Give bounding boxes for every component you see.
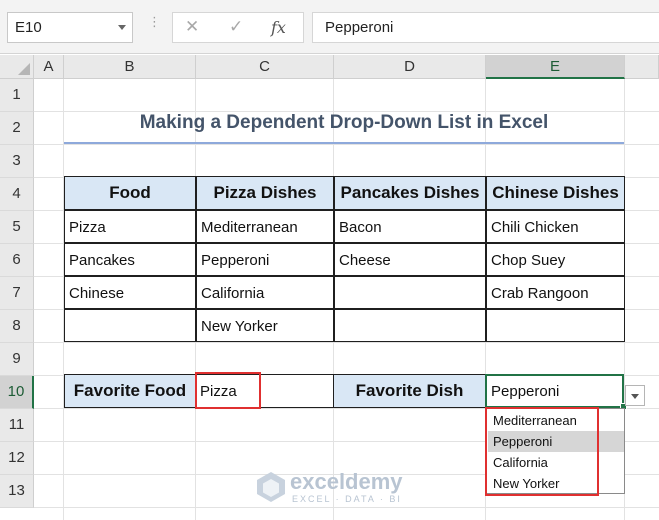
favorite-dish-cell[interactable]: Pepperoni (485, 374, 624, 408)
column-header-e[interactable]: E (486, 55, 625, 79)
column-header-d[interactable]: D (334, 55, 486, 79)
table-cell[interactable]: New Yorker (196, 309, 334, 342)
name-box[interactable]: E10 (7, 12, 133, 43)
table-header-cell[interactable]: Food (64, 176, 196, 210)
row-header-13[interactable]: 13 (0, 475, 34, 508)
favorite-dish-label: Favorite Dish (333, 374, 486, 408)
name-box-value: E10 (15, 19, 42, 36)
favorite-food-label: Favorite Food (64, 374, 196, 408)
table-cell[interactable]: Pizza (64, 210, 196, 243)
table-cell[interactable] (486, 309, 625, 342)
formula-input[interactable]: Pepperoni (312, 12, 659, 43)
row-header-7[interactable]: 7 (0, 277, 34, 310)
formula-tools: ✕ ✓ fx (172, 12, 304, 43)
table-cell[interactable]: Pancakes (64, 243, 196, 276)
insert-function-icon[interactable]: fx (271, 18, 286, 37)
row-header-11[interactable]: 11 (0, 409, 34, 442)
row-header-8[interactable]: 8 (0, 310, 34, 343)
row-header-3[interactable]: 3 (0, 145, 34, 178)
table-cell[interactable]: Cheese (334, 243, 486, 276)
row-header-9[interactable]: 9 (0, 343, 34, 376)
table-cell[interactable]: Chinese (64, 276, 196, 309)
select-all-button[interactable] (0, 55, 34, 79)
column-header-c[interactable]: C (196, 55, 334, 79)
drag-handle-icon[interactable]: ⋮ (148, 15, 162, 28)
watermark-name: exceldemy (290, 469, 403, 494)
table-cell[interactable]: Crab Rangoon (486, 276, 625, 309)
table-cell[interactable] (334, 309, 486, 342)
table-cell[interactable]: California (196, 276, 334, 309)
column-header-a[interactable]: A (34, 55, 64, 79)
highlight-box (485, 407, 599, 496)
column-header-f[interactable] (625, 55, 659, 79)
exceldemy-logo-icon (257, 472, 285, 502)
gridline (34, 144, 659, 145)
table-header-cell[interactable]: Chinese Dishes (486, 176, 625, 210)
dropdown-button[interactable] (625, 385, 645, 406)
table-cell[interactable]: Chop Suey (486, 243, 625, 276)
row-header-12[interactable]: 12 (0, 442, 34, 475)
gridline (34, 507, 659, 508)
row-header-6[interactable]: 6 (0, 244, 34, 277)
row-header-2[interactable]: 2 (0, 112, 34, 145)
row-header-10[interactable]: 10 (0, 376, 34, 409)
table-cell[interactable] (334, 276, 486, 309)
enter-icon[interactable]: ✓ (229, 17, 243, 37)
gridline (34, 342, 659, 343)
table-cell[interactable]: Pepperoni (196, 243, 334, 276)
watermark-tagline: EXCEL · DATA · BI (292, 494, 402, 504)
row-header-1[interactable]: 1 (0, 79, 34, 112)
table-header-cell[interactable]: Pizza Dishes (196, 176, 334, 210)
row-header-4[interactable]: 4 (0, 178, 34, 211)
table-cell[interactable]: Bacon (334, 210, 486, 243)
table-cell[interactable] (64, 309, 196, 342)
formula-bar: E10 ⋮ ✕ ✓ fx Pepperoni (0, 0, 659, 54)
chevron-down-icon[interactable] (118, 25, 126, 30)
sheet-title: Making a Dependent Drop-Down List in Exc… (139, 112, 549, 133)
table-header-cell[interactable]: Pancakes Dishes (334, 176, 486, 210)
column-header-b[interactable]: B (64, 55, 196, 79)
dish-table: Food Pizza Dishes Pancakes Dishes Chinese D… (64, 176, 625, 342)
table-cell[interactable]: Mediterranean (196, 210, 334, 243)
cancel-icon[interactable]: ✕ (185, 17, 199, 37)
highlight-box (195, 372, 261, 409)
table-cell[interactable]: Chili Chicken (486, 210, 625, 243)
chevron-down-icon (631, 394, 639, 399)
row-header-5[interactable]: 5 (0, 211, 34, 244)
select-all-icon (18, 63, 30, 75)
title-underline (64, 142, 624, 144)
